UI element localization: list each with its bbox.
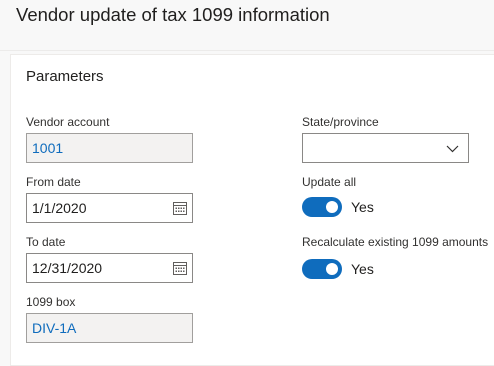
from-date-value: 1/1/2020 bbox=[32, 200, 87, 216]
section-heading-parameters: Parameters bbox=[26, 68, 104, 85]
state-province-label: State/province bbox=[302, 115, 379, 129]
box-1099-value: DIV-1A bbox=[32, 320, 77, 336]
from-date-label: From date bbox=[26, 175, 81, 189]
chevron-down-icon bbox=[446, 145, 459, 153]
state-province-dropdown[interactable] bbox=[302, 133, 469, 163]
vendor-account-value: 1001 bbox=[32, 140, 64, 156]
page-title: Vendor update of tax 1099 information bbox=[16, 4, 330, 25]
toggle-knob bbox=[326, 201, 338, 213]
box-1099-field[interactable]: DIV-1A bbox=[26, 313, 193, 343]
recalculate-toggle[interactable] bbox=[302, 259, 342, 279]
calendar-icon[interactable] bbox=[173, 201, 187, 215]
to-date-value: 12/31/2020 bbox=[32, 260, 103, 276]
update-all-label: Update all bbox=[302, 175, 357, 189]
recalculate-label: Recalculate existing 1099 amounts bbox=[302, 235, 489, 249]
calendar-icon[interactable] bbox=[173, 261, 187, 275]
update-all-value: Yes bbox=[351, 199, 374, 215]
box-1099-label: 1099 box bbox=[26, 295, 76, 309]
from-date-field[interactable]: 1/1/2020 bbox=[26, 193, 193, 223]
toggle-knob bbox=[326, 263, 338, 275]
to-date-label: To date bbox=[26, 235, 66, 249]
to-date-field[interactable]: 12/31/2020 bbox=[26, 253, 193, 283]
title-divider bbox=[0, 50, 494, 51]
recalculate-value: Yes bbox=[351, 261, 374, 277]
vendor-account-label: Vendor account bbox=[26, 115, 110, 129]
vendor-account-field[interactable]: 1001 bbox=[26, 133, 193, 163]
update-all-toggle[interactable] bbox=[302, 197, 342, 217]
